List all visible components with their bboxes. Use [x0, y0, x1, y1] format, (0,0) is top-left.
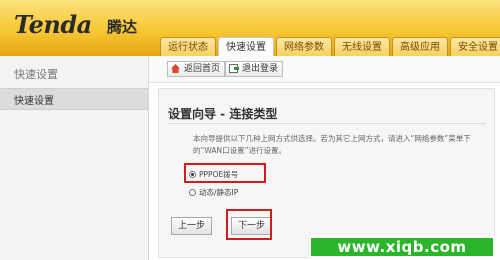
sidebar-item-quick-setup[interactable]: 快速设置 — [0, 88, 148, 110]
radio-dynamic-static-ip-label: 动态/静态IP — [199, 188, 239, 197]
home-button-label: 返回首页 — [184, 64, 221, 74]
toolbar: 返回首页 退出登录 — [149, 56, 500, 83]
sidebar: 快速设置 快速设置 — [0, 56, 149, 260]
divider — [168, 123, 486, 124]
tab-wireless[interactable]: 无线设置 — [334, 37, 390, 57]
wizard-title: 设置向导 - 连接类型 — [168, 107, 278, 121]
tab-quick-setup[interactable]: 快速设置 — [218, 37, 274, 57]
radio-unselected-icon — [189, 189, 196, 196]
wizard-panel: 设置向导 - 连接类型 本向导提供以下几种上网方式供选择。若为其它上网方式，请进… — [158, 88, 495, 258]
logout-button[interactable]: 退出登录 — [225, 61, 284, 77]
highlight-box-next — [226, 209, 272, 240]
wizard-description: 本向导提供以下几种上网方式供选择。若为其它上网方式，请进入“网络参数”菜单下的“… — [193, 134, 471, 155]
home-button[interactable]: 返回首页 — [167, 61, 226, 77]
tab-advanced[interactable]: 高级应用 — [392, 37, 448, 57]
sidebar-title: 快速设置 — [14, 68, 58, 81]
tab-security[interactable]: 安全设置 — [450, 37, 500, 57]
tenda-logo-cn: 腾达 — [107, 18, 138, 36]
sidebar-item-label: 快速设置 — [14, 96, 54, 107]
main-tabs: 运行状态 快速设置 网络参数 无线设置 高级应用 安全设置 — [160, 37, 500, 57]
prev-button[interactable]: 上一步 — [171, 217, 213, 235]
radio-dynamic-static-ip[interactable]: 动态/静态IP — [189, 187, 238, 198]
logout-button-label: 退出登录 — [242, 64, 279, 74]
header-bar: Tenda 腾达 运行状态 快速设置 网络参数 无线设置 高级应用 安全设置 — [0, 0, 500, 57]
tab-network[interactable]: 网络参数 — [276, 37, 332, 57]
home-icon — [171, 64, 180, 73]
watermark: www.xiqb.com — [309, 236, 495, 258]
tab-status[interactable]: 运行状态 — [160, 37, 216, 57]
highlight-box-pppoe — [184, 163, 266, 183]
exit-icon — [229, 64, 239, 73]
tenda-logo: Tenda — [14, 10, 92, 39]
